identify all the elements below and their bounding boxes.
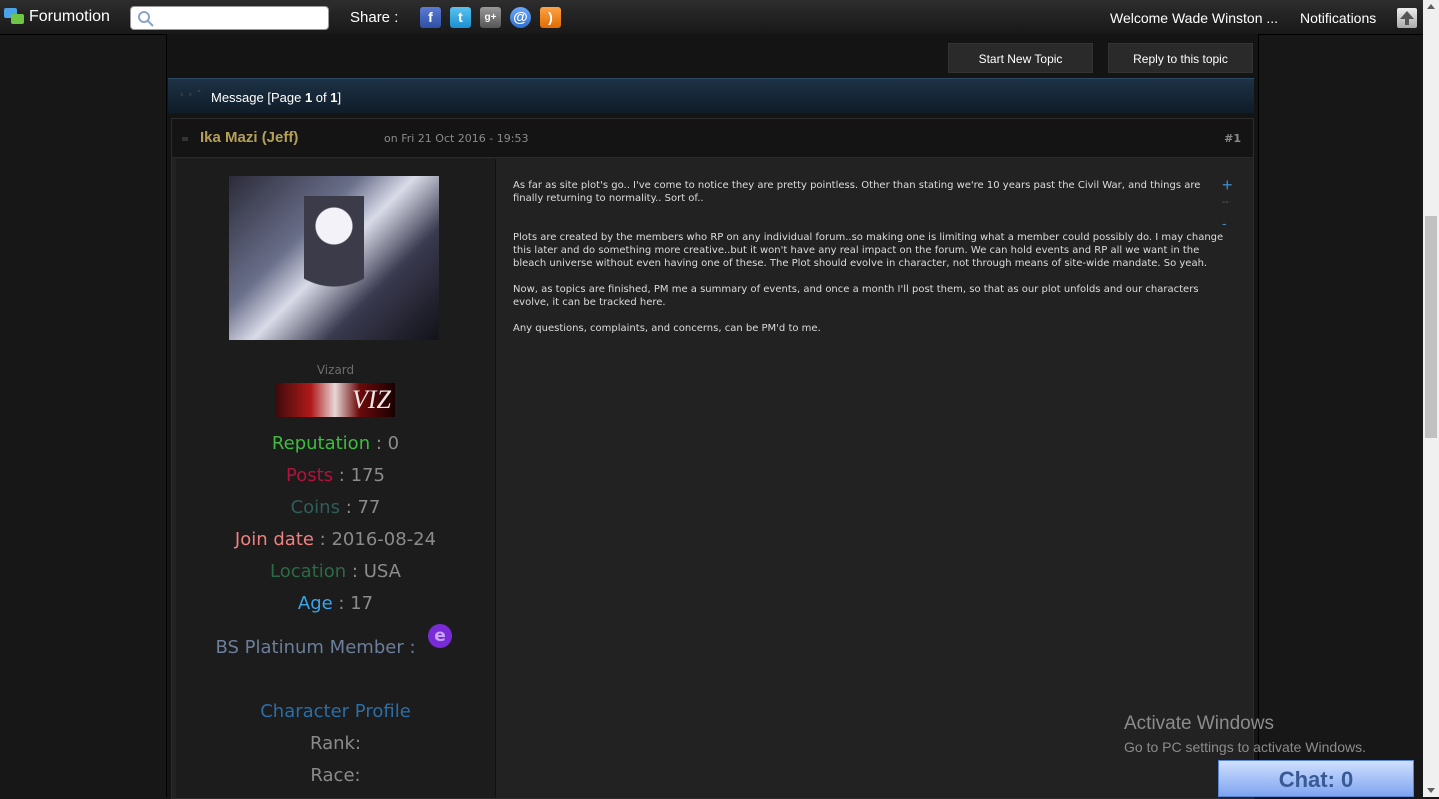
bs-platinum-member: BS Platinum Member : [215, 637, 416, 658]
start-new-topic-button[interactable]: Start New Topic [948, 43, 1093, 73]
race-field: Race: [310, 765, 361, 786]
post-author[interactable]: Ika Mazi (Jeff) [200, 129, 298, 146]
vote-score: -- [1222, 197, 1229, 208]
total-pages: 1 [330, 90, 338, 105]
forumotion-logo-icon[interactable] [3, 7, 25, 27]
page-scrollbar[interactable] [1423, 0, 1439, 797]
search-input[interactable] [130, 6, 329, 30]
welcome-user-link[interactable]: Welcome Wade Winston ... [1110, 10, 1278, 26]
post-paragraph: Any questions, complaints, and concerns,… [513, 323, 821, 334]
twitter-icon[interactable]: t [450, 7, 471, 28]
scroll-down-icon[interactable] [1427, 788, 1435, 793]
coins-value: 77 [357, 497, 381, 518]
posts-field: Posts : 175 [286, 465, 385, 486]
bs-platinum-badge-icon: e [428, 624, 452, 648]
chat-button[interactable]: Chat: 0 [1218, 760, 1414, 797]
site-name[interactable]: Forumotion [29, 8, 110, 26]
location-value: USA [363, 561, 401, 582]
post-date: on Fri 21 Oct 2016 - 19:53 [384, 132, 529, 145]
post-paragraph: As far as site plot's go.. I've come to … [513, 180, 1201, 204]
scroll-up-icon[interactable] [1427, 4, 1435, 9]
email-icon[interactable]: @ [510, 7, 531, 28]
reputation-value: 0 [387, 433, 400, 454]
character-profile-link[interactable]: Character Profile [176, 701, 495, 722]
coins-field: Coins : 77 [290, 497, 381, 518]
rank-title: Vizard [316, 363, 355, 377]
reputation-field: Reputation : 0 [271, 433, 400, 454]
scrollbar-thumb[interactable] [1425, 216, 1437, 438]
rank-field: Rank: [309, 733, 362, 754]
scroll-top-arrow-icon[interactable] [1397, 8, 1417, 28]
age-value: 17 [350, 593, 374, 614]
rank-image: VIZ [275, 383, 395, 417]
author-profile: Vizard VIZ Reputation : 0 Posts : 175 Co… [176, 159, 496, 798]
top-toolbar: Forumotion Share : f t g+ @ ) Welcome Wa… [0, 0, 1423, 35]
post-bullet-icon [182, 137, 188, 141]
message-bar: ‹ › ˅ Message [Page 1 of 1] [168, 78, 1254, 113]
posts-value: 175 [350, 465, 385, 486]
post-number[interactable]: #1 [1224, 132, 1241, 145]
join-date-field: Join date : 2016-08-24 [234, 529, 437, 550]
activate-windows-watermark: Activate Windows Go to PC settings to ac… [1124, 713, 1366, 755]
post-paragraph: Now, as topics are finished, PM me a sum… [513, 284, 1199, 308]
reply-topic-button[interactable]: Reply to this topic [1108, 43, 1253, 73]
post: Ika Mazi (Jeff) on Fri 21 Oct 2016 - 19:… [171, 118, 1254, 799]
page-indicator: Message [Page 1 of 1] [211, 90, 342, 105]
avatar[interactable] [229, 176, 439, 340]
notifications-link[interactable]: Notifications [1300, 10, 1376, 26]
share-label: Share : [350, 9, 399, 26]
forum-content: Start New Topic Reply to this topic ‹ › … [166, 34, 1259, 799]
vote-up-button[interactable]: + [1222, 175, 1233, 196]
facebook-icon[interactable]: f [420, 7, 441, 28]
rss-icon[interactable]: ) [540, 7, 561, 28]
search-icon [138, 11, 154, 27]
location-field: Location : USA [270, 561, 401, 582]
age-field: Age : 17 [297, 593, 374, 614]
nav-arrows-icon[interactable]: ‹ › ˅ [180, 90, 202, 100]
join-date-value: 2016-08-24 [331, 529, 437, 550]
post-header: Ika Mazi (Jeff) on Fri 21 Oct 2016 - 19:… [172, 119, 1253, 158]
vote-down-button[interactable]: - [1222, 215, 1227, 231]
post-paragraph: Plots are created by the members who RP … [513, 232, 1224, 269]
google-plus-icon[interactable]: g+ [480, 7, 501, 28]
post-body: As far as site plot's go.. I've come to … [513, 179, 1225, 348]
